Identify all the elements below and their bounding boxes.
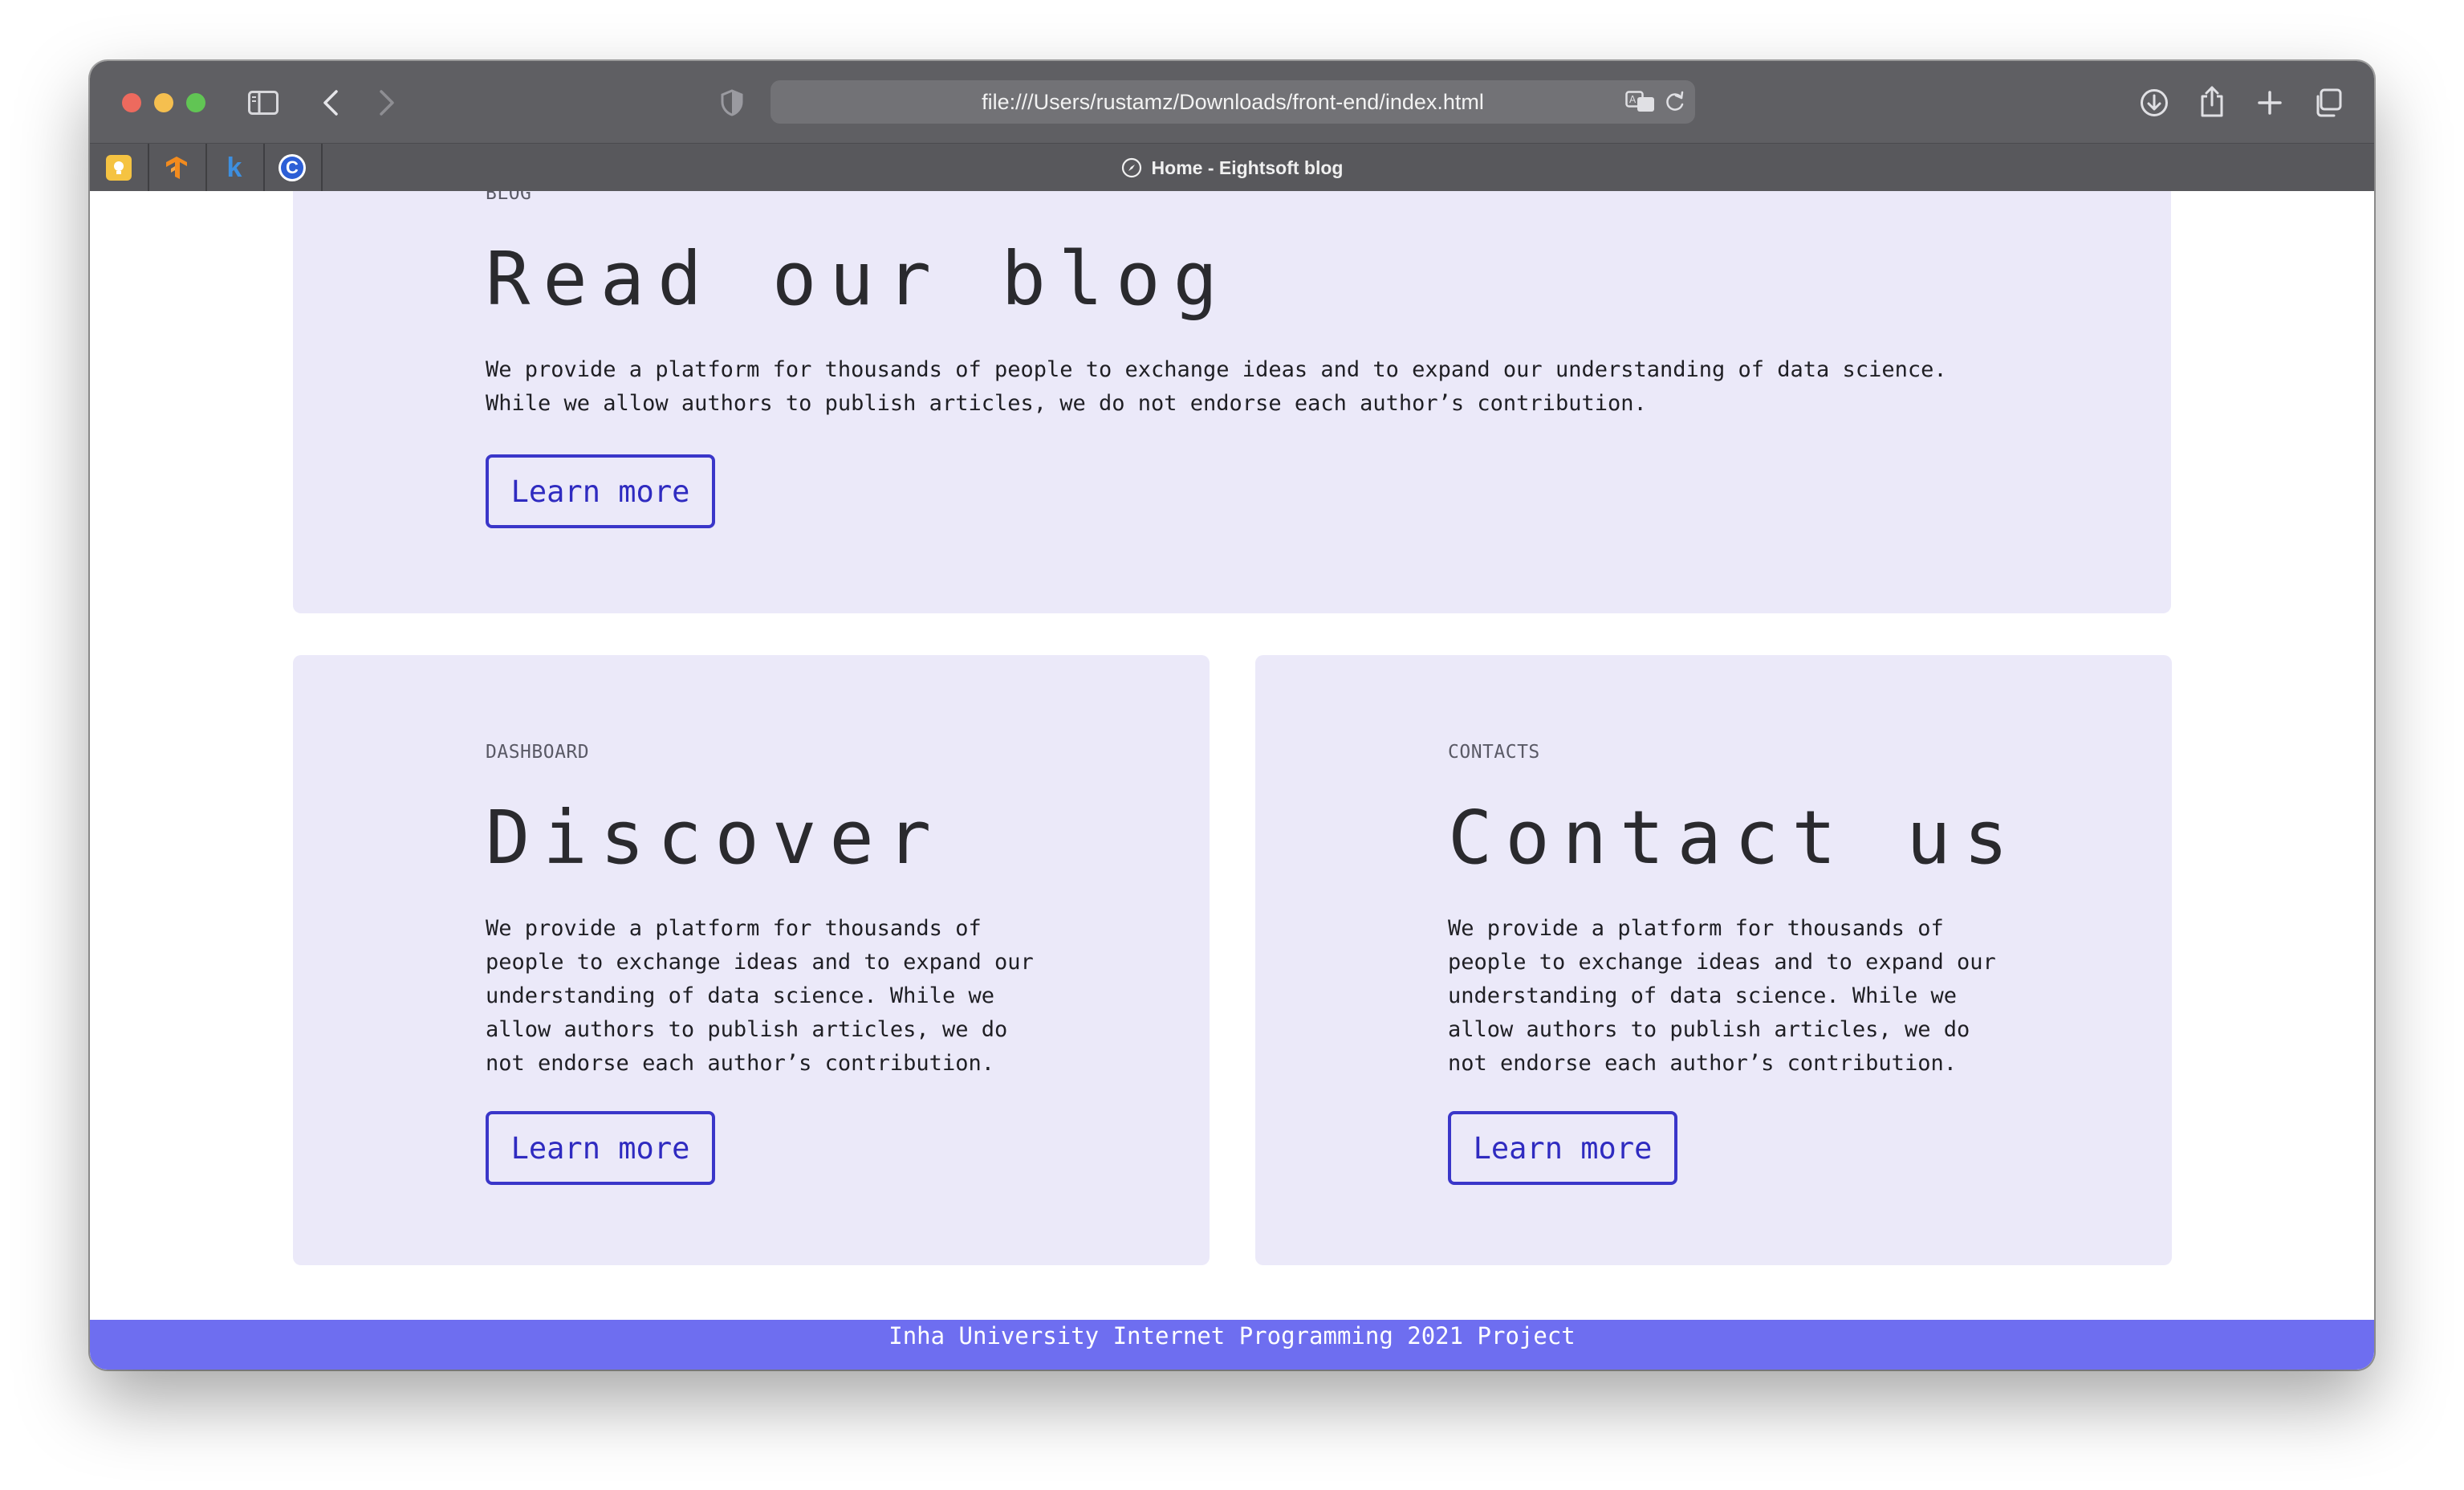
pinned-tab-4[interactable]: C [263,144,323,192]
active-tab-title: Home - Eightsoft blog [1151,157,1344,178]
close-window-button[interactable] [122,93,141,112]
downloads-icon[interactable] [2138,87,2170,119]
blog-eyebrow: BLOG [486,191,532,204]
blog-card: BLOG Read our blog We provide a platform… [293,191,2171,613]
svg-text:A: A [1629,94,1637,105]
dashboard-learn-more-button[interactable]: Learn more [486,1111,715,1185]
pinned-tab-3[interactable]: k [205,144,265,192]
c-letter-icon: C [279,154,306,181]
tab-overview-icon[interactable] [2312,87,2344,119]
dashboard-eyebrow: DASHBOARD [486,742,590,763]
lightbulb-app-icon [106,155,132,181]
tensorflow-icon [164,155,189,181]
footer-text: Inha University Internet Programming 202… [888,1322,1576,1350]
contacts-heading: Contact us [1448,795,2021,881]
address-bar[interactable]: file:///Users/rustamz/Downloads/front-en… [771,80,1695,124]
blog-description: We provide a platform for thousands of p… [486,357,1947,416]
sidebar-toggle-icon[interactable] [247,87,279,119]
tab-bar: Home - Eightsoft blog k C [90,143,2374,192]
page-footer: Inha University Internet Programming 202… [90,1320,2374,1370]
contacts-card: CONTACTS Contact us We provide a platfor… [1255,655,2172,1265]
browser-toolbar: file:///Users/rustamz/Downloads/front-en… [90,61,2374,143]
reload-icon[interactable] [1663,90,1687,114]
dashboard-description: We provide a platform for thousands of p… [486,916,1034,1076]
k-letter-icon: k [226,152,242,183]
translate-icon[interactable]: A [1624,90,1657,114]
url-text: file:///Users/rustamz/Downloads/front-en… [982,90,1484,114]
compass-icon [1121,157,1142,178]
zoom-window-button[interactable] [186,93,205,112]
new-tab-plus-icon[interactable] [2254,87,2286,119]
privacy-shield-icon[interactable] [716,87,748,119]
back-arrow-icon[interactable] [315,87,347,119]
tab-active[interactable]: Home - Eightsoft blog [90,144,2374,192]
minimize-window-button[interactable] [154,93,173,112]
c-letter-glyph: C [281,157,303,179]
pinned-tab-2[interactable] [148,144,207,192]
contacts-description: We provide a platform for thousands of p… [1448,916,1996,1076]
forward-arrow-icon[interactable] [371,87,403,119]
page-viewport: BLOG Read our blog We provide a platform… [90,191,2374,1370]
dashboard-card: DASHBOARD Discover We provide a platform… [293,655,1210,1265]
blog-learn-more-button[interactable]: Learn more [486,454,715,528]
blog-heading: Read our blog [486,236,1231,322]
contacts-learn-more-button[interactable]: Learn more [1448,1111,1677,1185]
browser-window: file:///Users/rustamz/Downloads/front-en… [90,61,2374,1370]
pinned-tab-1[interactable] [90,144,149,192]
contacts-eyebrow: CONTACTS [1448,742,1540,763]
share-icon[interactable] [2196,83,2228,119]
dashboard-heading: Discover [486,795,945,881]
